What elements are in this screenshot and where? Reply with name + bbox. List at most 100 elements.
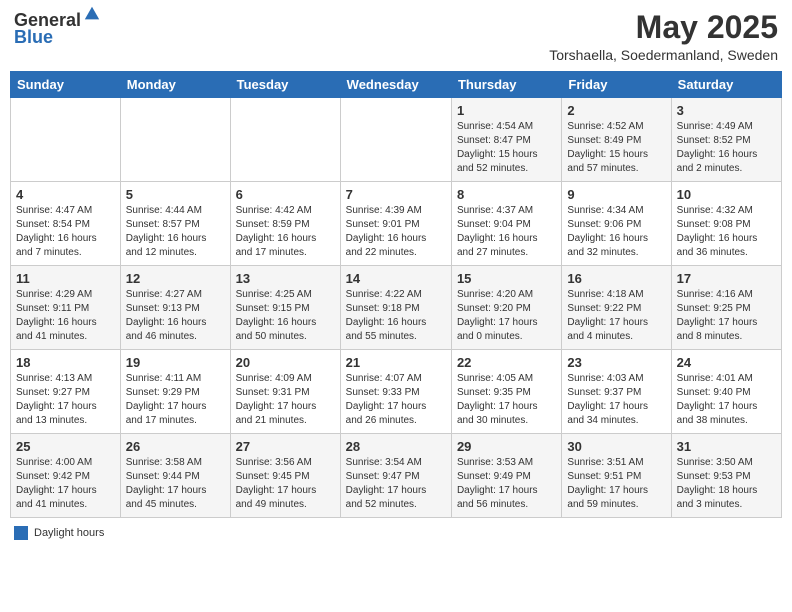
page-header: General Blue May 2025 Torshaella, Soeder…: [10, 10, 782, 63]
week-row-1: 1 Sunrise: 4:54 AM Sunset: 8:47 PM Daylig…: [11, 98, 782, 182]
day-number: 18: [16, 355, 115, 370]
day-header-wednesday: Wednesday: [340, 72, 451, 98]
day-info: Sunrise: 4:18 AM Sunset: 9:22 PM Dayligh…: [567, 288, 665, 344]
day-info: Sunrise: 4:32 AM Sunset: 9:08 PM Dayligh…: [677, 204, 776, 260]
day-number: 31: [677, 439, 776, 454]
day-number: 9: [567, 187, 665, 202]
day-cell: 26 Sunrise: 3:58 AM Sunset: 9:44 PM Dayli…: [120, 434, 230, 518]
day-info: Sunrise: 4:27 AM Sunset: 9:13 PM Dayligh…: [126, 288, 225, 344]
day-info: Sunrise: 4:52 AM Sunset: 8:49 PM Dayligh…: [567, 120, 665, 176]
day-number: 16: [567, 271, 665, 286]
day-number: 21: [346, 355, 446, 370]
day-info: Sunrise: 4:13 AM Sunset: 9:27 PM Dayligh…: [16, 372, 115, 428]
day-cell: 5Sunrise: 4:44 AM Sunset: 8:57 PM Daylig…: [120, 182, 230, 266]
day-cell: 4 Sunrise: 4:47 AM Sunset: 8:54 PM Daylig…: [11, 182, 121, 266]
day-cell: 11 Sunrise: 4:29 AM Sunset: 9:11 PM Dayli…: [11, 266, 121, 350]
logo-icon: [83, 5, 101, 23]
day-number: 6: [236, 187, 335, 202]
day-number: 2: [567, 103, 665, 118]
day-number: 14: [346, 271, 446, 286]
day-number: 3: [677, 103, 776, 118]
day-cell: 15Sunrise: 4:20 AM Sunset: 9:20 PM Dayli…: [451, 266, 561, 350]
day-headers-row: SundayMondayTuesdayWednesdayThursdayFrid…: [11, 72, 782, 98]
day-cell: 12 Sunrise: 4:27 AM Sunset: 9:13 PM Dayli…: [120, 266, 230, 350]
day-number: 5: [126, 187, 225, 202]
day-info: Sunrise: 4:07 AM Sunset: 9:33 PM Dayligh…: [346, 372, 446, 428]
day-cell: 14 Sunrise: 4:22 AM Sunset: 9:18 PM Dayli…: [340, 266, 451, 350]
day-info: Sunrise: 3:53 AM Sunset: 9:49 PM Dayligh…: [457, 456, 556, 512]
day-info: Sunrise: 4:20 AM Sunset: 9:20 PM Dayligh…: [457, 288, 556, 344]
legend-color-box: [14, 526, 28, 540]
calendar-footer: Daylight hours: [10, 526, 782, 540]
logo-blue-text: Blue: [14, 27, 53, 48]
day-info: Sunrise: 4:03 AM Sunset: 9:37 PM Dayligh…: [567, 372, 665, 428]
day-number: 12: [126, 271, 225, 286]
day-cell: 19Sunrise: 4:11 AM Sunset: 9:29 PM Dayli…: [120, 350, 230, 434]
day-cell: 7 Sunrise: 4:39 AM Sunset: 9:01 PM Daylig…: [340, 182, 451, 266]
day-number: 13: [236, 271, 335, 286]
day-info: Sunrise: 4:49 AM Sunset: 8:52 PM Dayligh…: [677, 120, 776, 176]
day-cell: 31 Sunrise: 3:50 AM Sunset: 9:53 PM Dayli…: [671, 434, 781, 518]
day-info: Sunrise: 4:39 AM Sunset: 9:01 PM Dayligh…: [346, 204, 446, 260]
day-cell: 20 Sunrise: 4:09 AM Sunset: 9:31 PM Dayli…: [230, 350, 340, 434]
day-cell: 6 Sunrise: 4:42 AM Sunset: 8:59 PM Daylig…: [230, 182, 340, 266]
day-cell: 24Sunrise: 4:01 AM Sunset: 9:40 PM Dayli…: [671, 350, 781, 434]
day-header-saturday: Saturday: [671, 72, 781, 98]
day-info: Sunrise: 4:05 AM Sunset: 9:35 PM Dayligh…: [457, 372, 556, 428]
day-info: Sunrise: 3:51 AM Sunset: 9:51 PM Dayligh…: [567, 456, 665, 512]
logo: General Blue: [14, 10, 101, 48]
week-row-5: 25 Sunrise: 4:00 AM Sunset: 9:42 PM Dayli…: [11, 434, 782, 518]
day-info: Sunrise: 4:54 AM Sunset: 8:47 PM Dayligh…: [457, 120, 556, 176]
day-cell: 30Sunrise: 3:51 AM Sunset: 9:51 PM Dayli…: [562, 434, 671, 518]
day-cell: 25 Sunrise: 4:00 AM Sunset: 9:42 PM Dayli…: [11, 434, 121, 518]
day-cell: 10 Sunrise: 4:32 AM Sunset: 9:08 PM Dayli…: [671, 182, 781, 266]
day-number: 7: [346, 187, 446, 202]
week-row-3: 11 Sunrise: 4:29 AM Sunset: 9:11 PM Dayli…: [11, 266, 782, 350]
day-info: Sunrise: 4:42 AM Sunset: 8:59 PM Dayligh…: [236, 204, 335, 260]
day-info: Sunrise: 4:47 AM Sunset: 8:54 PM Dayligh…: [16, 204, 115, 260]
day-cell: [11, 98, 121, 182]
month-title: May 2025: [549, 10, 778, 45]
day-number: 25: [16, 439, 115, 454]
day-number: 22: [457, 355, 556, 370]
day-cell: 13Sunrise: 4:25 AM Sunset: 9:15 PM Dayli…: [230, 266, 340, 350]
day-cell: 29Sunrise: 3:53 AM Sunset: 9:49 PM Dayli…: [451, 434, 561, 518]
day-cell: 2 Sunrise: 4:52 AM Sunset: 8:49 PM Daylig…: [562, 98, 671, 182]
week-row-4: 18 Sunrise: 4:13 AM Sunset: 9:27 PM Dayli…: [11, 350, 782, 434]
day-number: 26: [126, 439, 225, 454]
day-info: Sunrise: 4:16 AM Sunset: 9:25 PM Dayligh…: [677, 288, 776, 344]
day-cell: [120, 98, 230, 182]
day-info: Sunrise: 4:22 AM Sunset: 9:18 PM Dayligh…: [346, 288, 446, 344]
day-number: 20: [236, 355, 335, 370]
title-section: May 2025 Torshaella, Soedermanland, Swed…: [549, 10, 778, 63]
day-header-monday: Monday: [120, 72, 230, 98]
day-cell: [340, 98, 451, 182]
day-number: 19: [126, 355, 225, 370]
day-info: Sunrise: 4:00 AM Sunset: 9:42 PM Dayligh…: [16, 456, 115, 512]
day-number: 17: [677, 271, 776, 286]
day-cell: 16 Sunrise: 4:18 AM Sunset: 9:22 PM Dayli…: [562, 266, 671, 350]
day-info: Sunrise: 4:09 AM Sunset: 9:31 PM Dayligh…: [236, 372, 335, 428]
day-number: 11: [16, 271, 115, 286]
day-header-sunday: Sunday: [11, 72, 121, 98]
day-cell: 3 Sunrise: 4:49 AM Sunset: 8:52 PM Daylig…: [671, 98, 781, 182]
day-info: Sunrise: 3:56 AM Sunset: 9:45 PM Dayligh…: [236, 456, 335, 512]
week-row-2: 4 Sunrise: 4:47 AM Sunset: 8:54 PM Daylig…: [11, 182, 782, 266]
day-cell: 28 Sunrise: 3:54 AM Sunset: 9:47 PM Dayli…: [340, 434, 451, 518]
day-number: 1: [457, 103, 556, 118]
day-number: 28: [346, 439, 446, 454]
legend-label: Daylight hours: [34, 527, 104, 539]
day-cell: 27Sunrise: 3:56 AM Sunset: 9:45 PM Dayli…: [230, 434, 340, 518]
day-info: Sunrise: 3:58 AM Sunset: 9:44 PM Dayligh…: [126, 456, 225, 512]
day-cell: 9Sunrise: 4:34 AM Sunset: 9:06 PM Daylig…: [562, 182, 671, 266]
day-info: Sunrise: 4:29 AM Sunset: 9:11 PM Dayligh…: [16, 288, 115, 344]
day-cell: 21 Sunrise: 4:07 AM Sunset: 9:33 PM Dayli…: [340, 350, 451, 434]
day-number: 23: [567, 355, 665, 370]
day-cell: 18 Sunrise: 4:13 AM Sunset: 9:27 PM Dayli…: [11, 350, 121, 434]
day-number: 4: [16, 187, 115, 202]
day-number: 10: [677, 187, 776, 202]
day-cell: [230, 98, 340, 182]
day-info: Sunrise: 3:50 AM Sunset: 9:53 PM Dayligh…: [677, 456, 776, 512]
day-number: 8: [457, 187, 556, 202]
day-info: Sunrise: 3:54 AM Sunset: 9:47 PM Dayligh…: [346, 456, 446, 512]
